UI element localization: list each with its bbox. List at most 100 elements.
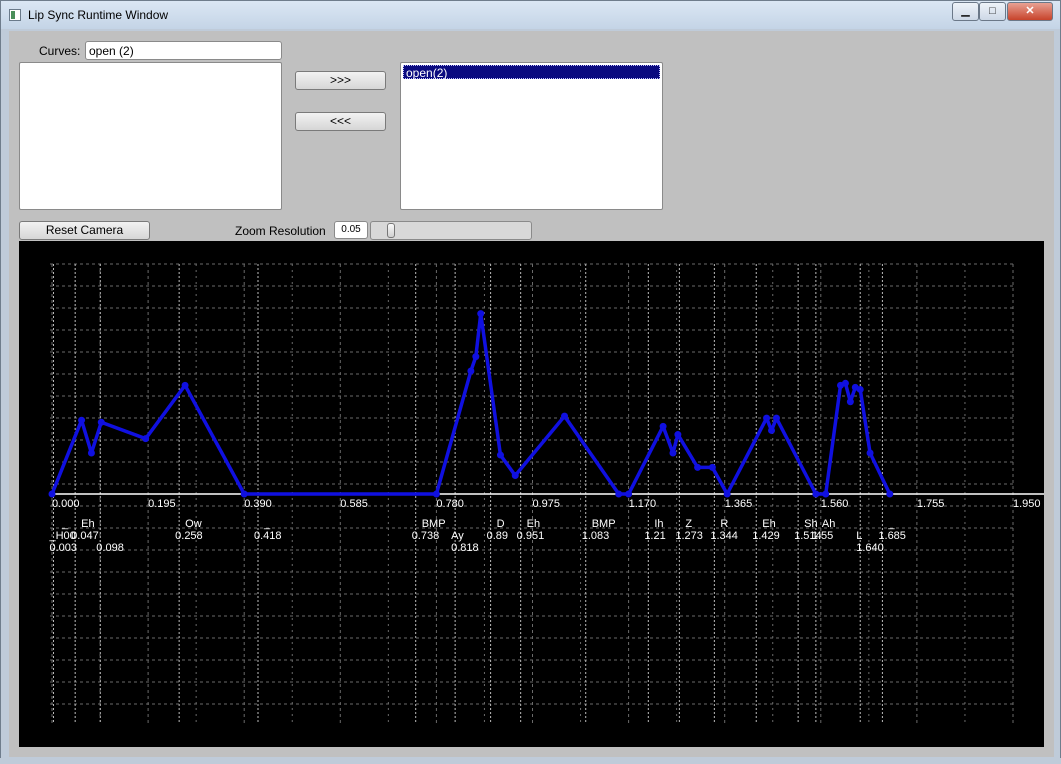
curve-point — [856, 385, 864, 393]
curve-point — [78, 416, 86, 424]
curve-point — [841, 379, 849, 387]
curve-plot-svg: 0.000 0.195 0.390 0.585 0.780 0.975 1.170 1.365… — [48, 263, 1044, 723]
curve-point — [812, 490, 820, 498]
phoneme-label: _ — [61, 518, 69, 530]
curve-point — [48, 490, 56, 498]
add-curve-button[interactable]: >>> — [295, 71, 386, 90]
curve-point — [87, 449, 95, 457]
curve-point — [240, 490, 248, 498]
x-tick-label: 0.585 — [340, 498, 368, 510]
phoneme-time: 0.818 — [451, 542, 479, 554]
curve-point — [669, 449, 677, 457]
x-tick-label: 1.950 — [1013, 498, 1041, 510]
selected-curves-list[interactable]: open(2) — [400, 62, 663, 210]
curve-point — [723, 490, 731, 498]
minimize-button[interactable]: ▁ — [952, 2, 979, 21]
phoneme-time: 0.951 — [517, 530, 545, 542]
zoom-value-field[interactable]: 0.05 — [334, 221, 368, 239]
phoneme-time: 0.258 — [175, 530, 203, 542]
phoneme-label: Ah — [822, 518, 835, 530]
phoneme-label: Sh — [804, 518, 817, 530]
phoneme-time: 1.273 — [675, 530, 703, 542]
phoneme-time: 0.098 — [96, 542, 124, 554]
curve-point — [768, 426, 776, 434]
window-bottom-border — [0, 758, 1061, 764]
lip-sync-window: Lip Sync Runtime Window ▁ □ ✕ Curves: op… — [0, 0, 1061, 764]
phoneme-label: L — [856, 530, 862, 542]
maximize-button[interactable]: □ — [979, 2, 1006, 21]
phoneme-label: R — [720, 518, 728, 530]
curve-point — [822, 490, 830, 498]
curve-point — [615, 490, 623, 498]
curve-point — [97, 418, 105, 426]
window-title: Lip Sync Runtime Window — [28, 8, 169, 22]
remove-curve-button[interactable]: <<< — [295, 112, 386, 131]
curves-field[interactable]: open (2) — [85, 41, 282, 60]
curves-label: Curves: — [39, 44, 81, 58]
phoneme-label: BMP — [422, 518, 446, 530]
phoneme-time: 1.21 — [644, 530, 665, 542]
client-area: Curves: open (2) >>> <<< open(2) Reset C… — [9, 31, 1054, 757]
phoneme-label: Eh — [762, 518, 775, 530]
x-tick-label: 1.755 — [917, 498, 945, 510]
phoneme-label: Eh — [527, 518, 540, 530]
phoneme-time: 0.738 — [412, 530, 440, 542]
phoneme-time: 1.344 — [710, 530, 738, 542]
phoneme-label: _ — [887, 518, 895, 530]
curve-line — [50, 311, 892, 496]
phoneme-label: D — [497, 518, 505, 530]
curve-point — [477, 310, 485, 318]
phoneme-label: BMP — [592, 518, 616, 530]
phoneme-label: Ih — [654, 518, 663, 530]
phoneme-label: Ay — [451, 530, 464, 542]
phoneme-label: Eh — [81, 518, 94, 530]
curve-point — [674, 431, 682, 439]
list-item[interactable]: open(2) — [403, 65, 660, 80]
curve-point — [708, 463, 716, 471]
x-tick-label: 0.975 — [533, 498, 561, 510]
phoneme-time: 0.89 — [487, 530, 508, 542]
phoneme-time: 1.55 — [812, 530, 833, 542]
x-tick-label: 1.560 — [821, 498, 849, 510]
x-tick-label: 0.390 — [244, 498, 272, 510]
curve-point — [763, 414, 771, 422]
zoom-slider[interactable] — [370, 221, 532, 240]
phoneme-label: _H00 — [48, 530, 75, 542]
title-bar[interactable]: Lip Sync Runtime Window ▁ □ ✕ — [1, 1, 1060, 29]
x-tick-label: 1.365 — [725, 498, 753, 510]
curve-point — [142, 435, 150, 443]
maximize-icon: □ — [989, 5, 996, 17]
curve-point — [659, 422, 667, 430]
phoneme-time: 0.003 — [49, 542, 77, 554]
zoom-slider-thumb[interactable] — [387, 223, 395, 238]
x-tick-label: 0.195 — [148, 498, 176, 510]
reset-camera-button[interactable]: Reset Camera — [19, 221, 150, 240]
close-icon: ✕ — [1025, 5, 1035, 17]
close-button[interactable]: ✕ — [1007, 2, 1053, 21]
phoneme-time: 1.083 — [582, 530, 610, 542]
curve-point — [472, 353, 480, 361]
curve-point — [511, 472, 519, 480]
phoneme-time: 1.685 — [878, 530, 906, 542]
curve-point — [432, 490, 440, 498]
curve-point — [625, 490, 633, 498]
x-tick-label: 0.780 — [436, 498, 464, 510]
minimize-icon: ▁ — [961, 5, 970, 17]
phoneme-label: Z — [685, 518, 692, 530]
zoom-resolution-label: Zoom Resolution — [235, 224, 326, 238]
curve-point — [866, 449, 874, 457]
phoneme-time: 1.429 — [752, 530, 780, 542]
app-icon — [9, 9, 21, 21]
curve-plot[interactable]: 0.000 0.195 0.390 0.585 0.780 0.975 1.170 1.365… — [19, 241, 1044, 747]
x-tick-label: 0.000 — [52, 498, 80, 510]
curve-point — [694, 463, 702, 471]
curve-point — [496, 451, 504, 459]
curve-point — [886, 490, 894, 498]
x-tick-label: 1.170 — [629, 498, 657, 510]
phoneme-time: 0.418 — [254, 530, 282, 542]
phoneme-time: 1.640 — [856, 542, 884, 554]
phoneme-label: _ — [263, 518, 271, 530]
curve-point — [846, 398, 854, 406]
curve-point — [467, 367, 475, 375]
available-curves-list[interactable] — [19, 62, 282, 210]
